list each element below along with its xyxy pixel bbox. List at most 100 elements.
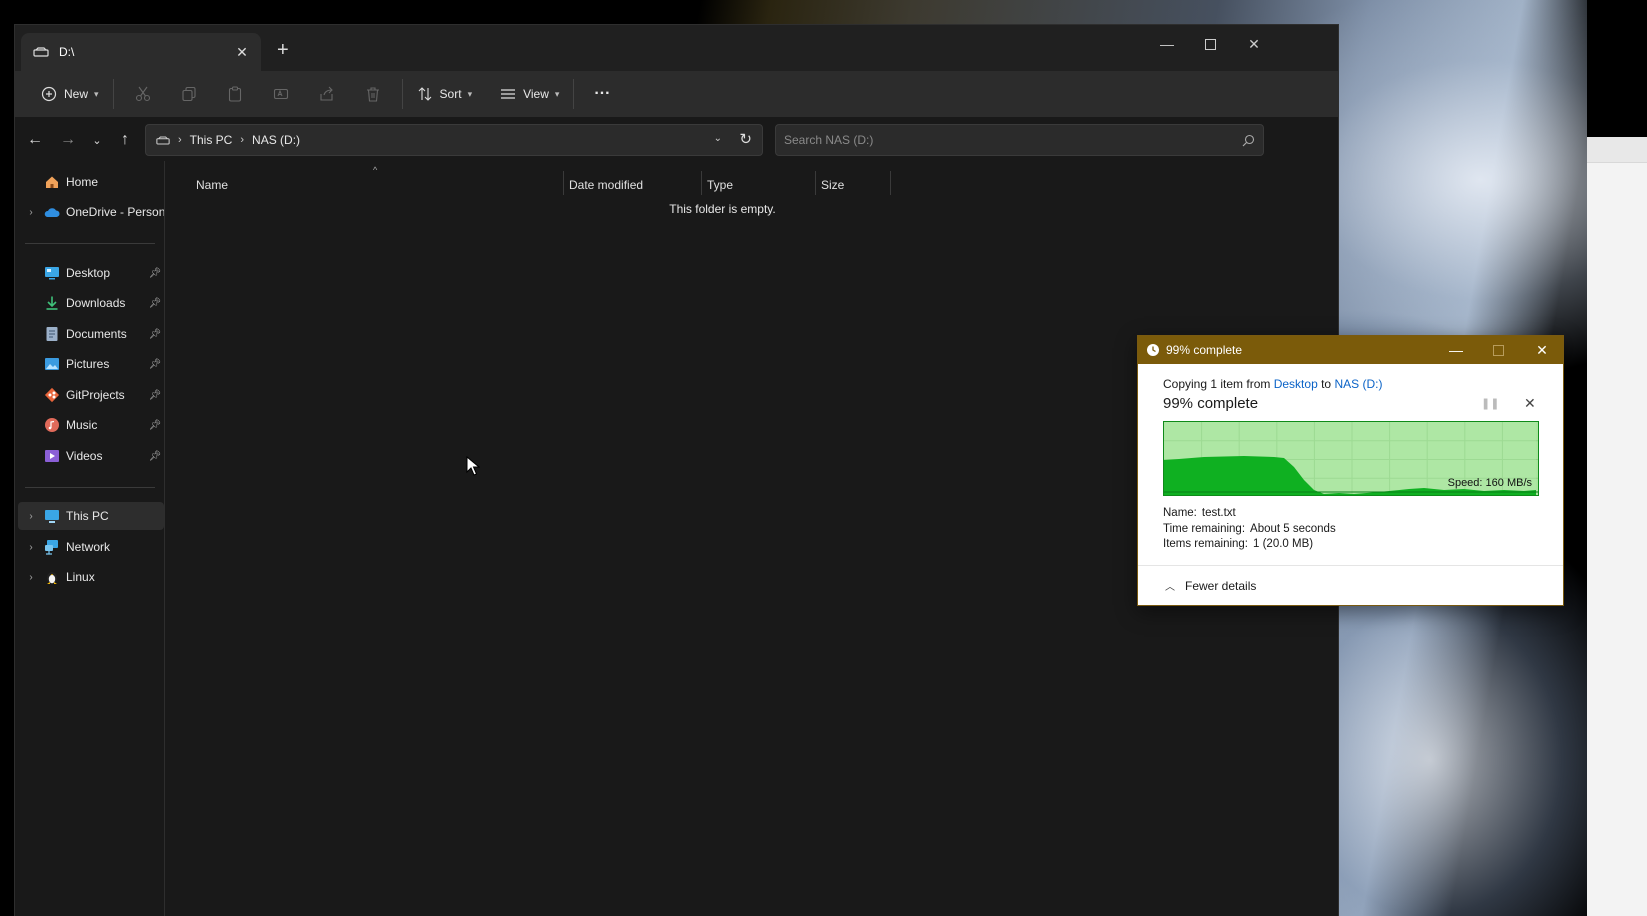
sidebar-item-linux[interactable]: › Linux (18, 563, 164, 591)
minimize-button[interactable]: — (1145, 31, 1189, 57)
mouse-cursor-icon (466, 456, 480, 476)
maximize-button[interactable] (1188, 31, 1232, 57)
maximize-icon (1492, 344, 1504, 356)
column-divider[interactable] (563, 171, 564, 195)
address-bar[interactable]: › This PC › NAS (D:) ⌄ ↻ (145, 124, 763, 156)
sidebar-item-pictures[interactable]: › Pictures 📌︎ (18, 350, 164, 378)
view-list-icon (501, 89, 516, 99)
rename-button[interactable] (258, 77, 304, 111)
chevron-right-icon[interactable]: › (18, 511, 44, 522)
progress-heading: 99% complete (1163, 395, 1259, 412)
cancel-copy-button[interactable]: ✕ (1524, 395, 1536, 412)
sidebar-item-onedrive[interactable]: › OneDrive - Persona (18, 198, 164, 226)
chevron-right-icon[interactable]: › (18, 572, 44, 583)
sidebar-item-label: Documents (66, 327, 127, 341)
source-link[interactable]: Desktop (1274, 377, 1318, 391)
sidebar-item-label: Network (66, 540, 111, 554)
breadcrumb-nas-d[interactable]: NAS (D:) (252, 133, 300, 147)
new-button[interactable]: New ▾ (33, 77, 107, 111)
dialog-minimize-button[interactable]: — (1435, 336, 1477, 364)
tab-drive-d[interactable]: D:\ ✕ (21, 33, 261, 71)
up-button[interactable]: ↑ (111, 125, 139, 155)
sidebar-item-label: Music (66, 418, 98, 432)
maximize-icon (1204, 38, 1216, 50)
sort-icon (418, 87, 431, 101)
delete-button[interactable] (350, 77, 396, 111)
sidebar-item-desktop[interactable]: › Desktop 📌︎ (18, 259, 164, 287)
sidebar-item-label: GitProjects (66, 388, 125, 402)
fewer-details-button[interactable]: ︿ Fewer details (1165, 578, 1256, 594)
column-divider[interactable] (701, 171, 702, 195)
new-label: New (64, 87, 89, 101)
toolbar-divider (112, 79, 114, 109)
drive-icon (33, 47, 49, 57)
column-header-type[interactable]: Type (707, 173, 733, 197)
breadcrumb-this-pc[interactable]: This PC (190, 133, 233, 147)
sidebar-item-videos[interactable]: › Videos 📌︎ (18, 442, 164, 470)
column-header-size[interactable]: Size (821, 173, 844, 197)
pin-icon[interactable]: 📌︎ (146, 329, 164, 340)
sidebar-item-label: Videos (66, 449, 103, 463)
dialog-title: 99% complete (1166, 343, 1243, 357)
chevron-right-icon[interactable]: › (18, 542, 44, 553)
toolbar-divider (401, 79, 403, 109)
chevron-right-icon[interactable]: › (18, 207, 44, 218)
column-divider[interactable] (890, 171, 891, 195)
sidebar-item-label: Home (66, 175, 99, 189)
column-header-date-modified[interactable]: Date modified (569, 173, 643, 197)
pause-button[interactable]: ❚❚ (1481, 397, 1499, 410)
copy-button[interactable] (166, 77, 212, 111)
chevron-up-icon: ︿ (1165, 582, 1175, 593)
pin-icon[interactable]: 📌︎ (146, 359, 164, 370)
plus-circle-icon (41, 86, 57, 102)
pin-icon[interactable]: 📌︎ (146, 451, 164, 462)
pin-icon[interactable]: 📌︎ (146, 298, 164, 309)
sidebar-item-downloads[interactable]: › Downloads 📌︎ (18, 289, 164, 317)
download-icon (44, 295, 60, 311)
sort-button[interactable]: Sort ▾ (409, 77, 481, 111)
search-input[interactable] (784, 133, 1233, 147)
rename-icon (273, 88, 288, 100)
sidebar-item-network[interactable]: › Network (18, 533, 164, 561)
tab-close-icon[interactable]: ✕ (233, 44, 251, 61)
destination-link[interactable]: NAS (D:) (1334, 377, 1382, 391)
trash-icon (366, 87, 379, 102)
sidebar-item-music[interactable]: › Music 📌︎ (18, 411, 164, 439)
cloud-icon (44, 204, 60, 220)
dialog-maximize-button (1477, 336, 1519, 364)
sidebar-item-label: Downloads (66, 296, 126, 310)
recent-locations-button[interactable]: ⌄ (83, 125, 111, 155)
view-button[interactable]: View ▾ (492, 77, 567, 111)
transfer-speed-label: Speed: 160 MB/s (1447, 477, 1532, 489)
forward-button[interactable]: → (54, 125, 82, 155)
home-icon (44, 174, 60, 190)
close-window-button[interactable]: ✕ (1232, 31, 1276, 57)
chevron-down-icon: ▾ (94, 88, 99, 99)
dialog-close-button[interactable]: ✕ (1521, 336, 1563, 364)
back-button[interactable]: ← (21, 125, 49, 155)
toolbar-divider (573, 79, 575, 109)
search-icon[interactable] (1233, 134, 1263, 147)
items-remaining-label: Items remaining: (1163, 538, 1249, 550)
new-tab-button[interactable]: + (277, 39, 289, 62)
copy-details: Name: test.txt Time remaining: About 5 sec… (1163, 506, 1341, 553)
sidebar-item-home[interactable]: › Home (18, 168, 164, 196)
share-button[interactable] (304, 77, 350, 111)
column-divider[interactable] (815, 171, 816, 195)
paste-button[interactable] (212, 77, 258, 111)
refresh-icon[interactable]: ↻ (739, 130, 752, 148)
pin-icon[interactable]: 📌︎ (146, 420, 164, 431)
column-header-name[interactable]: Name (196, 173, 228, 197)
sidebar-item-documents[interactable]: › Documents 📌︎ (18, 320, 164, 348)
address-history-chevron-icon[interactable]: ⌄ (714, 133, 722, 144)
cut-button[interactable] (120, 77, 166, 111)
sidebar-item-gitprojects[interactable]: › GitProjects 📌︎ (18, 381, 164, 409)
detail-row-name: Name: test.txt (1163, 506, 1341, 522)
time-remaining-label: Time remaining: (1163, 522, 1246, 535)
to-word: to (1321, 377, 1332, 391)
sidebar-item-this-pc[interactable]: › This PC (18, 502, 164, 530)
pin-icon[interactable]: 📌︎ (146, 268, 164, 279)
more-options-button[interactable]: ··· (586, 77, 618, 111)
pin-icon[interactable]: 📌︎ (146, 390, 164, 401)
search-box[interactable] (775, 124, 1264, 156)
